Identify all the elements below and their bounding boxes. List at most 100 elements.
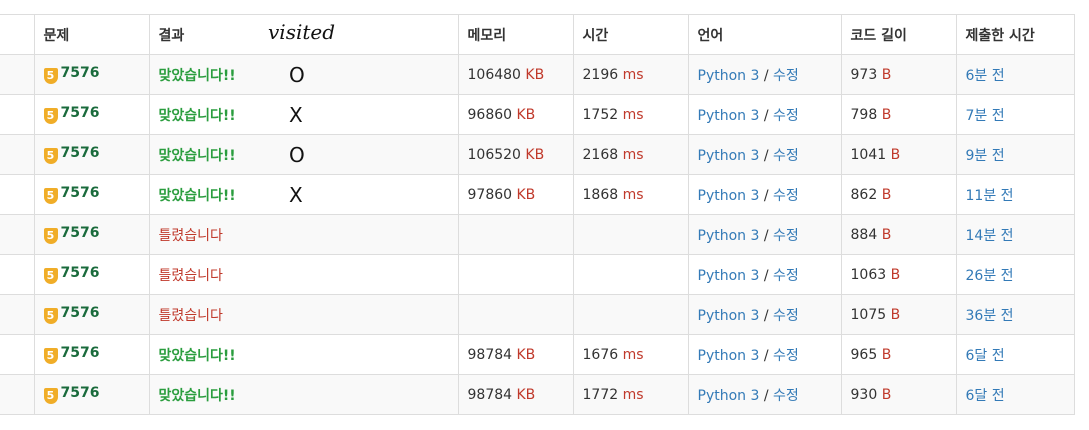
language-link[interactable]: Python 3 <box>698 148 760 164</box>
result-cell: 맞았습니다!! <box>148 374 459 415</box>
submitted-time-link[interactable]: 7분 전 <box>966 108 1005 124</box>
submitted-time-cell: 14분 전 <box>955 214 1075 255</box>
code-length-value: 1075 <box>850 306 887 323</box>
header-problem: 문제 <box>33 14 150 55</box>
time-unit: ms <box>622 146 644 163</box>
problem-cell: 5 7576 <box>33 374 150 415</box>
language-link[interactable]: Python 3 <box>698 228 760 244</box>
header-time: 시간 <box>572 14 689 55</box>
problem-link[interactable]: 7576 <box>61 105 100 121</box>
handwritten-mark: O <box>289 143 305 167</box>
problem-link[interactable]: 7576 <box>61 265 100 281</box>
edit-link[interactable]: 수정 <box>773 68 799 84</box>
problem-link[interactable]: 7576 <box>61 385 100 401</box>
code-length-value: 1063 <box>850 266 887 283</box>
memory-unit: KB <box>525 66 545 83</box>
time-cell: 1676 ms <box>572 334 689 375</box>
code-length-unit: B <box>890 266 901 283</box>
edit-link[interactable]: 수정 <box>773 108 799 124</box>
language-separator: / <box>759 187 774 204</box>
code-length-unit: B <box>881 66 892 83</box>
language-cell: Python 3 / 수정 <box>687 174 842 215</box>
table-row: 5 7576 맞았습니다!! 96860 KB 1752 ms Python 3 / 수정… <box>0 94 1075 135</box>
submitted-time-cell: 36분 전 <box>955 294 1075 335</box>
edit-link[interactable]: 수정 <box>773 268 799 284</box>
code-length-value: 930 <box>850 386 878 403</box>
table-row: 5 7576 맞았습니다!! 106520 KB 2168 ms Python 3 / 수… <box>0 134 1075 175</box>
time-cell <box>572 254 689 295</box>
header-submitted-time: 제출한 시간 <box>955 14 1075 55</box>
tier-badge-icon: 5 <box>43 148 58 164</box>
memory-unit: KB <box>516 346 536 363</box>
table-row: 5 7576 틀렸습니다 Python 3 / 수정 1075 B 36분 전 <box>0 294 1075 335</box>
submitted-time-cell: 9분 전 <box>955 134 1075 175</box>
result-text: 맞았습니다!! <box>158 387 236 404</box>
submitted-time-link[interactable]: 14분 전 <box>966 228 1014 244</box>
memory-value: 106520 <box>467 146 521 163</box>
submitted-time-link[interactable]: 11분 전 <box>966 188 1014 204</box>
language-link[interactable]: Python 3 <box>698 108 760 124</box>
submission-id-cell <box>0 334 35 375</box>
code-length-value: 965 <box>850 346 878 363</box>
result-cell: 틀렸습니다 <box>148 254 459 295</box>
problem-cell: 5 7576 <box>33 334 150 375</box>
problem-link[interactable]: 7576 <box>61 65 100 81</box>
edit-link[interactable]: 수정 <box>773 308 799 324</box>
problem-link[interactable]: 7576 <box>61 225 100 241</box>
language-link[interactable]: Python 3 <box>698 268 760 284</box>
problem-link[interactable]: 7576 <box>61 185 100 201</box>
language-link[interactable]: Python 3 <box>698 388 760 404</box>
edit-link[interactable]: 수정 <box>773 148 799 164</box>
result-cell: 맞았습니다!! <box>148 94 459 135</box>
edit-link[interactable]: 수정 <box>773 388 799 404</box>
tier-badge-icon: 5 <box>43 388 58 404</box>
language-link[interactable]: Python 3 <box>698 308 760 324</box>
submission-id-cell <box>0 174 35 215</box>
problem-cell: 5 7576 <box>33 54 150 95</box>
submitted-time-link[interactable]: 6달 전 <box>966 388 1005 404</box>
memory-value: 98784 <box>467 386 513 403</box>
table-row: 5 7576 맞았습니다!! 106480 KB 2196 ms Python 3 / 수… <box>0 54 1075 95</box>
problem-cell: 5 7576 <box>33 254 150 295</box>
table-row: 5 7576 맞았습니다!! 97860 KB 1868 ms Python 3 / 수정… <box>0 174 1075 215</box>
edit-link[interactable]: 수정 <box>773 188 799 204</box>
submitted-time-cell: 6분 전 <box>955 54 1075 95</box>
submitted-time-link[interactable]: 9분 전 <box>966 148 1005 164</box>
language-separator: / <box>759 67 774 84</box>
time-unit: ms <box>622 386 644 403</box>
language-separator: / <box>759 227 774 244</box>
code-length-value: 798 <box>850 106 878 123</box>
code-length-value: 884 <box>850 226 878 243</box>
problem-link[interactable]: 7576 <box>61 145 100 161</box>
language-cell: Python 3 / 수정 <box>687 134 842 175</box>
result-text: 맞았습니다!! <box>158 107 236 124</box>
language-link[interactable]: Python 3 <box>698 188 760 204</box>
language-separator: / <box>759 387 774 404</box>
time-value: 1868 <box>582 186 619 203</box>
time-cell: 1752 ms <box>572 94 689 135</box>
submitted-time-link[interactable]: 36분 전 <box>966 308 1014 324</box>
time-value: 1772 <box>582 386 619 403</box>
submitted-time-link[interactable]: 26분 전 <box>966 268 1014 284</box>
submitted-time-link[interactable]: 6분 전 <box>966 68 1005 84</box>
submitted-time-cell: 26분 전 <box>955 254 1075 295</box>
code-length-unit: B <box>881 386 892 403</box>
submitted-time-link[interactable]: 6달 전 <box>966 348 1005 364</box>
time-value: 1676 <box>582 346 619 363</box>
memory-unit: KB <box>516 186 536 203</box>
tier-badge-icon: 5 <box>43 188 58 204</box>
memory-cell <box>457 214 574 255</box>
edit-link[interactable]: 수정 <box>773 348 799 364</box>
time-unit: ms <box>622 346 644 363</box>
edit-link[interactable]: 수정 <box>773 228 799 244</box>
result-text: 맞았습니다!! <box>158 187 236 204</box>
problem-link[interactable]: 7576 <box>61 345 100 361</box>
result-text: 맞았습니다!! <box>158 347 236 364</box>
code-length-unit: B <box>881 106 892 123</box>
code-length-cell: 930 B <box>840 374 957 415</box>
submitted-time-cell: 6달 전 <box>955 374 1075 415</box>
problem-link[interactable]: 7576 <box>61 305 100 321</box>
language-link[interactable]: Python 3 <box>698 68 760 84</box>
language-link[interactable]: Python 3 <box>698 348 760 364</box>
language-separator: / <box>759 347 774 364</box>
